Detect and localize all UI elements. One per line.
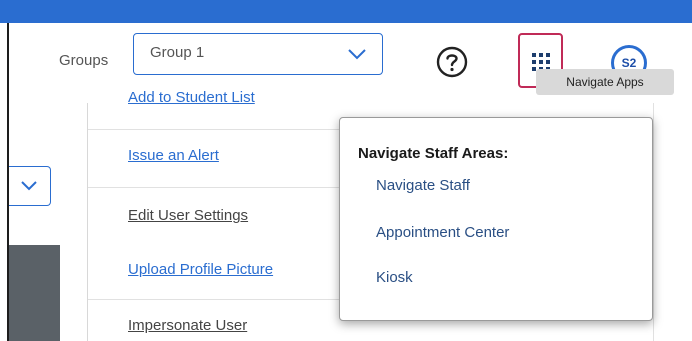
navigate-apps-tooltip: Navigate Apps <box>536 69 674 95</box>
menu-item-impersonate-user[interactable]: Impersonate User <box>128 317 247 334</box>
top-accent-bar <box>0 0 692 23</box>
help-button[interactable] <box>435 45 469 79</box>
left-panel-dropdown[interactable] <box>9 166 51 206</box>
app-window: Groups Group 1 S2 Navigate Apps Add to S… <box>0 0 692 341</box>
menu-item-edit-user-settings[interactable]: Edit User Settings <box>128 207 248 224</box>
menu-divider <box>88 129 340 130</box>
menu-divider <box>88 187 340 188</box>
groups-select[interactable]: Group 1 <box>133 33 383 75</box>
dropdown-item-appointment-center[interactable]: Appointment Center <box>376 224 509 241</box>
menu-item-add-to-student-list[interactable]: Add to Student List <box>128 89 255 106</box>
groups-label: Groups <box>59 52 109 69</box>
menu-item-upload-profile-picture[interactable]: Upload Profile Picture <box>128 261 273 278</box>
chevron-down-icon <box>21 181 37 191</box>
navigate-apps-dropdown: Navigate Staff Areas: Navigate Staff App… <box>339 117 653 321</box>
dropdown-item-kiosk[interactable]: Kiosk <box>376 269 413 286</box>
chevron-down-icon <box>346 43 368 65</box>
left-panel-content <box>9 245 60 341</box>
dropdown-item-navigate-staff[interactable]: Navigate Staff <box>376 177 470 194</box>
menu-divider <box>88 299 340 300</box>
right-panel <box>653 103 692 341</box>
actions-menu: Add to Student List Issue an Alert Edit … <box>87 89 340 341</box>
question-circle-icon <box>436 46 468 78</box>
groups-select-value: Group 1 <box>150 44 205 61</box>
left-edge <box>0 23 9 341</box>
dropdown-title: Navigate Staff Areas: <box>358 145 509 162</box>
menu-item-issue-alert[interactable]: Issue an Alert <box>128 147 219 164</box>
